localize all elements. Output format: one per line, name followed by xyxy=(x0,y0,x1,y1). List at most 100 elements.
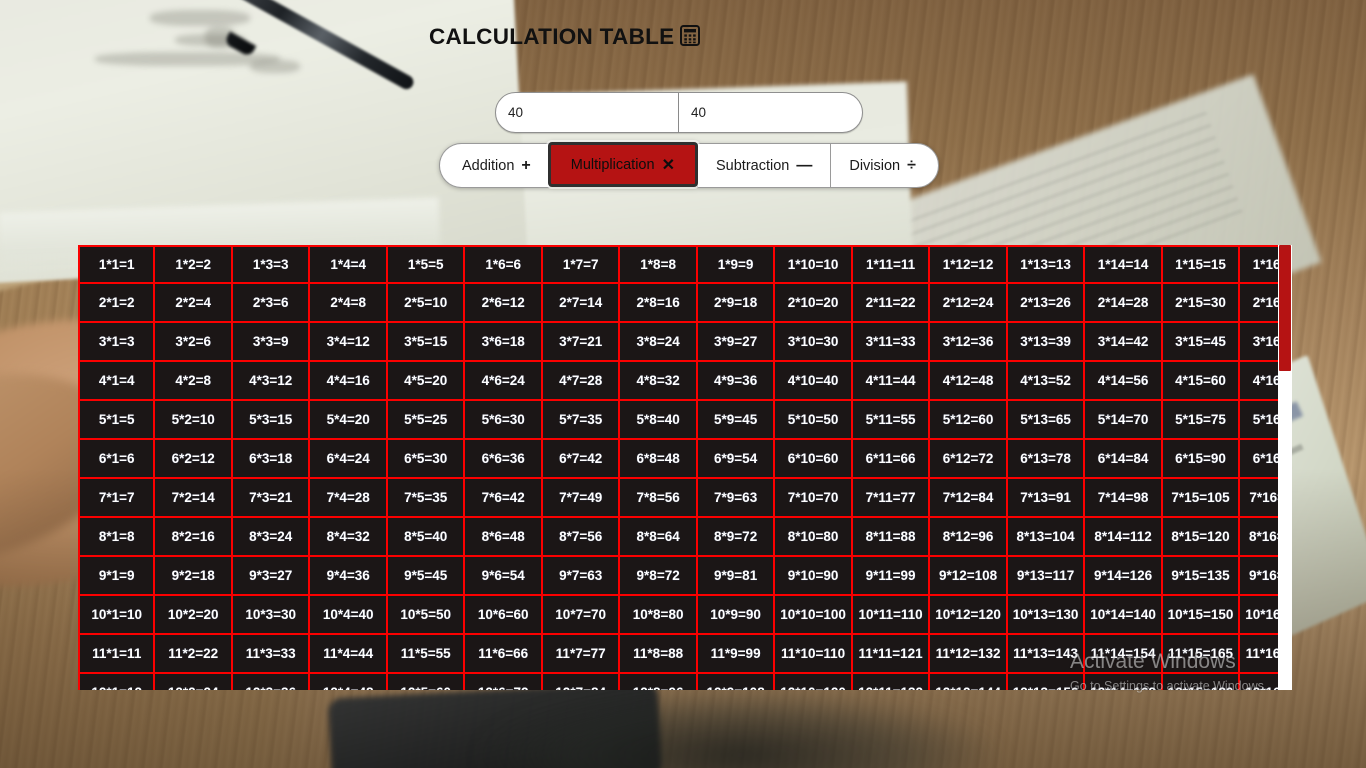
handwriting-mark xyxy=(150,10,250,26)
table-cell: 6*14=84 xyxy=(1085,440,1163,479)
desk-dark-object xyxy=(480,690,1000,768)
table-cell: 10*1=10 xyxy=(78,596,156,635)
table-cell: 1*7=7 xyxy=(542,245,621,284)
table-cell: 12*15=180 xyxy=(1162,674,1241,690)
calculation-table-scroll-area[interactable]: 1*1=1 1*2=2 1*3=3 1*4=4 1*5=5 1*6=6 1*7=7 1*8=8… xyxy=(78,245,1292,690)
vertical-scrollbar-thumb[interactable] xyxy=(1279,245,1291,371)
table-cell: 12*10=120 xyxy=(775,674,853,690)
table-cell: 7*12=84 xyxy=(930,479,1008,518)
table-cell: 4*15=60 xyxy=(1162,362,1241,401)
table-cell: 5*10=50 xyxy=(775,401,853,440)
table-cell: 9*9=81 xyxy=(697,557,776,596)
table-cell: 3*9=27 xyxy=(697,323,776,362)
table-cell: 11*8=88 xyxy=(620,635,698,674)
table-cell: 3*13=39 xyxy=(1007,323,1086,362)
table-cell: 10*11=110 xyxy=(852,596,931,635)
table-cell: 3*7=21 xyxy=(542,323,621,362)
table-cell: 8*8=64 xyxy=(620,518,698,557)
table-cell: 7*11=77 xyxy=(852,479,931,518)
table-cell: 9*7=63 xyxy=(542,557,621,596)
division-button[interactable]: Division ÷ xyxy=(830,143,939,188)
table-cell: 1*8=8 xyxy=(620,245,698,284)
table-cell: 9*15=135 xyxy=(1162,557,1241,596)
table-cell: 10*15=150 xyxy=(1162,596,1241,635)
table-cell: 6*12=72 xyxy=(930,440,1008,479)
table-cell: 6*1=6 xyxy=(78,440,156,479)
table-cell: 6*7=42 xyxy=(542,440,621,479)
table-cell: 8*1=8 xyxy=(78,518,156,557)
page-title: CALCULATION TABLE xyxy=(429,24,701,50)
calculation-table-viewport[interactable]: 1*1=1 1*2=2 1*3=3 1*4=4 1*5=5 1*6=6 1*7=7 1*8=8… xyxy=(78,245,1292,690)
table-cell: 8*4=32 xyxy=(310,518,388,557)
table-cell: 3*4=12 xyxy=(310,323,388,362)
table-cell: 7*5=35 xyxy=(387,479,466,518)
table-cell: 5*7=35 xyxy=(542,401,621,440)
table-cell: 8*15=120 xyxy=(1162,518,1241,557)
subtraction-button[interactable]: Subtraction — xyxy=(696,143,831,188)
table-cell: 6*8=48 xyxy=(620,440,698,479)
table-cell: 2*8=16 xyxy=(620,284,698,323)
table-cell: 1*15=15 xyxy=(1162,245,1241,284)
table-cell: 2*5=10 xyxy=(387,284,466,323)
addition-button[interactable]: Addition + xyxy=(439,143,549,188)
table-cell: 12*13=156 xyxy=(1007,674,1086,690)
table-cell: 12*7=84 xyxy=(542,674,621,690)
table-cell: 2*12=24 xyxy=(930,284,1008,323)
table-cell: 1*9=9 xyxy=(697,245,776,284)
table-cell: 12*12=144 xyxy=(930,674,1008,690)
table-cell: 9*4=36 xyxy=(310,557,388,596)
table-cell: 9*10=90 xyxy=(775,557,853,596)
table-cell: 12*1=12 xyxy=(78,674,156,690)
table-row: 7*1=7 7*2=14 7*3=21 7*4=28 7*5=35 7*6=42 7*7=4… xyxy=(78,479,1292,518)
table-cell: 8*13=104 xyxy=(1007,518,1086,557)
vertical-scrollbar-track[interactable] xyxy=(1278,245,1292,690)
table-cell: 9*13=117 xyxy=(1007,557,1086,596)
table-cell: 11*1=11 xyxy=(78,635,156,674)
first-number-input[interactable] xyxy=(495,92,679,133)
table-cell: 4*1=4 xyxy=(78,362,156,401)
table-cell: 9*5=45 xyxy=(387,557,466,596)
table-cell: 6*2=12 xyxy=(155,440,233,479)
table-cell: 4*10=40 xyxy=(775,362,853,401)
table-cell: 5*6=30 xyxy=(465,401,543,440)
second-number-input[interactable] xyxy=(679,92,863,133)
table-cell: 1*13=13 xyxy=(1007,245,1086,284)
table-cell: 6*4=24 xyxy=(310,440,388,479)
table-cell: 8*12=96 xyxy=(930,518,1008,557)
table-cell: 10*3=30 xyxy=(232,596,311,635)
table-cell: 11*10=110 xyxy=(775,635,853,674)
multiplication-button[interactable]: Multiplication ✕ xyxy=(547,142,698,187)
minus-icon: — xyxy=(796,156,813,174)
table-cell: 3*15=45 xyxy=(1162,323,1241,362)
table-cell: 1*11=11 xyxy=(852,245,931,284)
table-cell: 10*8=80 xyxy=(620,596,698,635)
table-cell: 7*1=7 xyxy=(78,479,156,518)
table-cell: 12*5=60 xyxy=(387,674,466,690)
table-cell: 1*3=3 xyxy=(232,245,311,284)
page-title-text: CALCULATION TABLE xyxy=(429,24,675,49)
table-cell: 2*2=4 xyxy=(155,284,233,323)
table-cell: 6*15=90 xyxy=(1162,440,1241,479)
table-cell: 3*6=18 xyxy=(465,323,543,362)
table-cell: 6*10=60 xyxy=(775,440,853,479)
table-cell: 3*3=9 xyxy=(232,323,311,362)
table-cell: 7*6=42 xyxy=(465,479,543,518)
table-cell: 10*9=90 xyxy=(697,596,776,635)
table-cell: 10*4=40 xyxy=(310,596,388,635)
table-cell: 2*4=8 xyxy=(310,284,388,323)
table-cell: 4*5=20 xyxy=(387,362,466,401)
table-cell: 6*9=54 xyxy=(697,440,776,479)
number-inputs-row xyxy=(495,92,863,133)
table-cell: 9*12=108 xyxy=(930,557,1008,596)
table-cell: 4*3=12 xyxy=(232,362,311,401)
table-cell: 11*3=33 xyxy=(232,635,311,674)
table-cell: 8*6=48 xyxy=(465,518,543,557)
table-cell: 5*13=65 xyxy=(1007,401,1086,440)
table-cell: 3*2=6 xyxy=(155,323,233,362)
table-cell: 8*14=112 xyxy=(1085,518,1163,557)
operation-button-group: Addition + Multiplication ✕ Subtraction … xyxy=(439,142,939,188)
table-cell: 12*11=132 xyxy=(852,674,931,690)
table-cell: 11*12=132 xyxy=(930,635,1008,674)
table-cell: 5*3=15 xyxy=(232,401,311,440)
table-cell: 5*8=40 xyxy=(620,401,698,440)
